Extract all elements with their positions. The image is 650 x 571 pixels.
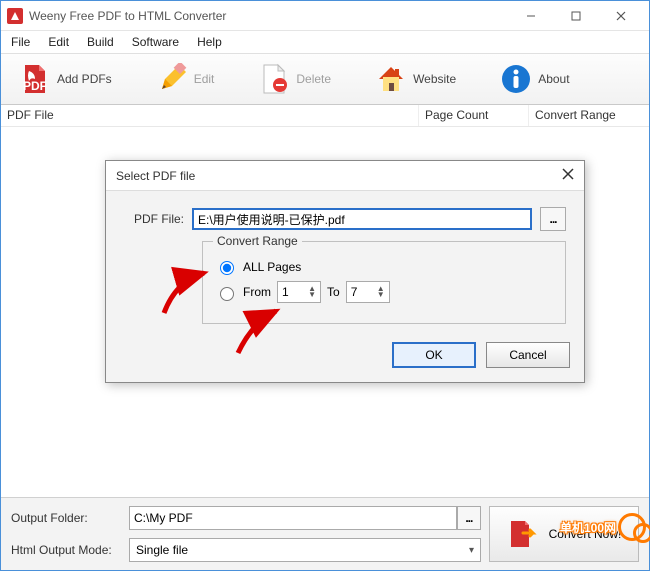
dialog-buttons: OK Cancel — [106, 336, 584, 382]
browse-output-button[interactable]: ... — [457, 506, 481, 530]
svg-text:PDF: PDF — [23, 79, 47, 93]
from-radio[interactable] — [220, 287, 234, 301]
window-title: Weeny Free PDF to HTML Converter — [29, 9, 508, 23]
maximize-button[interactable] — [553, 2, 598, 30]
all-pages-label: ALL Pages — [243, 260, 301, 274]
dialog-titlebar: Select PDF file — [106, 161, 584, 191]
add-pdfs-button[interactable]: PDF Add PDFs — [9, 59, 122, 99]
output-folder-input[interactable] — [129, 506, 457, 530]
toolbar: PDF Add PDFs Edit Delete Website — [1, 53, 649, 105]
edit-button[interactable]: Edit — [146, 59, 225, 99]
spinner-arrows-icon: ▲▼ — [308, 286, 316, 298]
to-label: To — [327, 285, 340, 299]
from-page-input[interactable]: 1 ▲▼ — [277, 281, 321, 303]
to-page-input[interactable]: 7 ▲▼ — [346, 281, 390, 303]
toolbar-label: Edit — [194, 72, 215, 86]
convert-now-button[interactable]: Convert Now! — [489, 506, 639, 562]
menubar: File Edit Build Software Help — [1, 31, 649, 53]
to-value: 7 — [351, 285, 358, 299]
pdf-file-label: PDF File: — [124, 212, 184, 226]
browse-pdf-button[interactable]: ... — [540, 207, 566, 231]
mode-label: Html Output Mode: — [11, 543, 121, 557]
column-page-count[interactable]: Page Count — [419, 105, 529, 126]
output-folder-label: Output Folder: — [11, 511, 121, 525]
pdf-file-input[interactable] — [192, 208, 532, 230]
dialog-close-button[interactable] — [562, 168, 574, 183]
bottom-panel: Output Folder: ... Convert Now! Html Out… — [1, 497, 649, 570]
output-mode-combo[interactable]: Single file ▾ — [129, 538, 481, 562]
dialog-title: Select PDF file — [116, 169, 195, 183]
list-header: PDF File Page Count Convert Range — [1, 105, 649, 127]
column-pdf-file[interactable]: PDF File — [1, 105, 419, 126]
menu-build[interactable]: Build — [79, 33, 122, 51]
convert-label: Convert Now! — [549, 527, 622, 541]
about-button[interactable]: About — [490, 59, 579, 99]
toolbar-label: About — [538, 72, 569, 86]
close-button[interactable] — [598, 2, 643, 30]
delete-button[interactable]: Delete — [248, 59, 341, 99]
chevron-down-icon: ▾ — [469, 545, 474, 556]
info-icon — [500, 63, 532, 95]
dialog-body: PDF File: ... Convert Range ALL Pages Fr… — [106, 191, 584, 336]
menu-help[interactable]: Help — [189, 33, 230, 51]
cancel-button[interactable]: Cancel — [486, 342, 570, 368]
spinner-arrows-icon: ▲▼ — [377, 286, 385, 298]
minimize-button[interactable] — [508, 2, 553, 30]
column-convert-range[interactable]: Convert Range — [529, 105, 649, 126]
menu-software[interactable]: Software — [124, 33, 187, 51]
from-value: 1 — [282, 285, 289, 299]
pencil-icon — [156, 63, 188, 95]
pdf-icon: PDF — [19, 63, 51, 95]
home-icon — [375, 63, 407, 95]
menu-edit[interactable]: Edit — [40, 33, 77, 51]
select-pdf-dialog: Select PDF file PDF File: ... Convert Ra… — [105, 160, 585, 383]
from-label: From — [243, 285, 271, 299]
toolbar-label: Website — [413, 72, 456, 86]
titlebar: Weeny Free PDF to HTML Converter — [1, 1, 649, 31]
toolbar-label: Add PDFs — [57, 72, 112, 86]
delete-page-icon — [258, 63, 290, 95]
convert-icon — [507, 517, 541, 551]
window-controls — [508, 2, 643, 30]
website-button[interactable]: Website — [365, 59, 466, 99]
app-icon — [7, 8, 23, 24]
combo-value: Single file — [136, 543, 188, 557]
range-legend: Convert Range — [213, 234, 302, 248]
convert-range-fieldset: Convert Range ALL Pages From 1 ▲▼ To 7 ▲… — [202, 241, 566, 324]
toolbar-label: Delete — [296, 72, 331, 86]
all-pages-radio[interactable] — [220, 261, 234, 275]
ok-button[interactable]: OK — [392, 342, 476, 368]
menu-file[interactable]: File — [3, 33, 38, 51]
